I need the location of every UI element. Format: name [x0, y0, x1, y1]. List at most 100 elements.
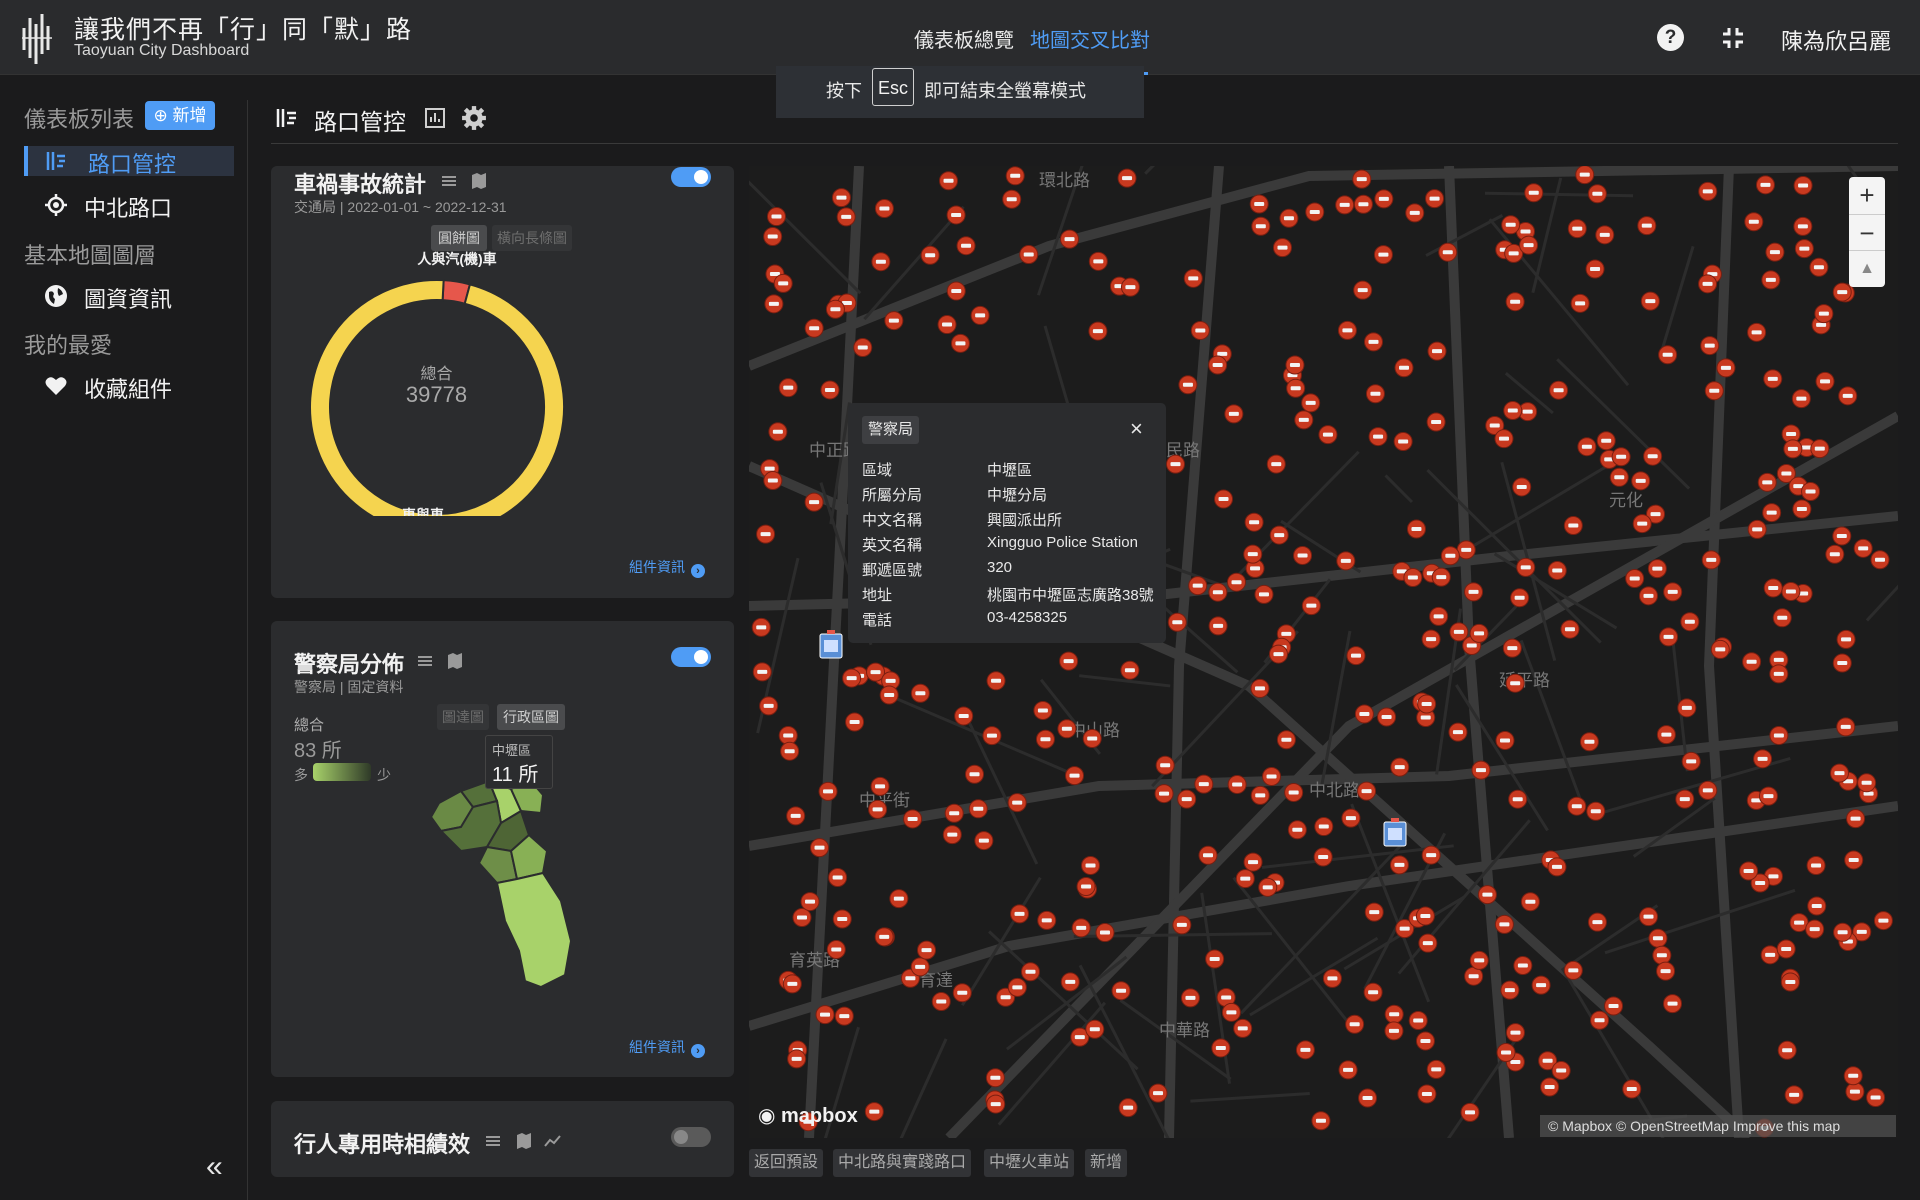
- crash-marker[interactable]: [1269, 525, 1289, 545]
- crash-marker[interactable]: [836, 207, 856, 227]
- crash-marker[interactable]: [810, 838, 830, 858]
- crash-marker[interactable]: [1178, 375, 1198, 395]
- crash-marker[interactable]: [1456, 540, 1476, 560]
- map-view[interactable]: 環北路中正路義民路元化中平街中山路中北路延平路育英路育達中華路興國路: [749, 166, 1898, 1138]
- crash-marker[interactable]: [1337, 320, 1357, 340]
- crash-marker[interactable]: [1501, 215, 1521, 235]
- crash-marker[interactable]: [1190, 320, 1210, 340]
- crash-marker[interactable]: [1513, 956, 1533, 976]
- crash-marker[interactable]: [1431, 567, 1451, 587]
- crash-marker[interactable]: [1805, 919, 1825, 939]
- crash-marker[interactable]: [954, 706, 974, 726]
- crash-marker[interactable]: [1341, 808, 1361, 828]
- crash-marker[interactable]: [1611, 447, 1631, 467]
- crash-marker[interactable]: [1060, 972, 1080, 992]
- crash-marker[interactable]: [874, 927, 894, 947]
- crash-marker[interactable]: [1208, 616, 1228, 636]
- crash-marker[interactable]: [910, 957, 930, 977]
- crash-marker[interactable]: [1322, 968, 1342, 988]
- chip-add[interactable]: 新增: [1085, 1149, 1128, 1177]
- crash-marker[interactable]: [1567, 219, 1587, 239]
- crash-marker[interactable]: [1772, 608, 1792, 628]
- crash-marker[interactable]: [1643, 446, 1663, 466]
- crash-marker[interactable]: [1604, 996, 1624, 1016]
- crash-marker[interactable]: [1235, 869, 1255, 889]
- crash-marker[interactable]: [815, 1005, 835, 1025]
- crash-marker[interactable]: [1551, 1061, 1571, 1081]
- nav-dashboard-overview[interactable]: 儀表板總覽: [914, 24, 1014, 53]
- gear-icon[interactable]: [461, 105, 487, 131]
- crash-marker[interactable]: [1287, 820, 1307, 840]
- crash-marker[interactable]: [1698, 274, 1718, 294]
- crash-marker[interactable]: [1547, 857, 1567, 877]
- compass-button[interactable]: ▲: [1849, 250, 1885, 287]
- sidebar-item-favorites[interactable]: 收藏組件: [24, 371, 234, 402]
- map-attribution[interactable]: © Mapbox © OpenStreetMap Improve this ma…: [1540, 1115, 1896, 1137]
- crash-marker[interactable]: [1421, 845, 1441, 865]
- crash-marker[interactable]: [1346, 646, 1366, 666]
- chip-reset[interactable]: 返回預設: [749, 1149, 824, 1177]
- crash-marker[interactable]: [780, 741, 800, 761]
- crash-marker[interactable]: [986, 671, 1006, 691]
- crash-marker[interactable]: [1586, 801, 1606, 821]
- crash-marker[interactable]: [1510, 588, 1530, 608]
- crash-marker[interactable]: [828, 867, 848, 887]
- crash-marker[interactable]: [1469, 950, 1489, 970]
- crash-marker[interactable]: [1088, 251, 1108, 271]
- map-icon[interactable]: [470, 172, 488, 190]
- crash-marker[interactable]: [1345, 1014, 1365, 1034]
- crash-marker[interactable]: [1081, 855, 1101, 875]
- crash-marker[interactable]: [1836, 717, 1856, 737]
- crash-marker[interactable]: [1406, 519, 1426, 539]
- crash-marker[interactable]: [1704, 381, 1724, 401]
- crash-marker[interactable]: [1227, 572, 1247, 592]
- crash-marker[interactable]: [1579, 732, 1599, 752]
- crash-marker[interactable]: [1793, 216, 1813, 236]
- crash-marker[interactable]: [1680, 612, 1700, 632]
- crash-marker[interactable]: [1188, 576, 1208, 596]
- crash-marker[interactable]: [832, 909, 852, 929]
- crash-marker[interactable]: [939, 171, 959, 191]
- crash-marker[interactable]: [1659, 627, 1679, 647]
- crash-marker[interactable]: [756, 524, 776, 544]
- crash-marker[interactable]: [1638, 586, 1658, 606]
- crash-marker[interactable]: [1761, 270, 1781, 290]
- crash-marker[interactable]: [1205, 949, 1225, 969]
- crash-marker[interactable]: [1438, 242, 1458, 262]
- card-toggle[interactable]: [671, 647, 711, 667]
- crash-marker[interactable]: [1765, 242, 1785, 262]
- crash-marker[interactable]: [764, 294, 784, 314]
- crash-marker[interactable]: [942, 825, 962, 845]
- crash-marker[interactable]: [1384, 1021, 1404, 1041]
- crash-marker[interactable]: [1198, 845, 1218, 865]
- crash-marker[interactable]: [1609, 467, 1629, 487]
- crash-marker[interactable]: [1577, 437, 1597, 457]
- crash-marker[interactable]: [1829, 763, 1849, 783]
- filter-icon[interactable]: [416, 652, 434, 670]
- crash-marker[interactable]: [1806, 856, 1826, 876]
- crash-marker[interactable]: [1503, 401, 1523, 421]
- crash-marker[interactable]: [1870, 550, 1890, 570]
- crash-marker[interactable]: [1065, 766, 1085, 786]
- crash-marker[interactable]: [1120, 277, 1140, 297]
- crash-marker[interactable]: [1426, 1059, 1446, 1079]
- crash-marker[interactable]: [1838, 386, 1858, 406]
- crash-marker[interactable]: [1284, 782, 1304, 802]
- crash-marker[interactable]: [1762, 503, 1782, 523]
- crash-marker[interactable]: [1449, 622, 1469, 642]
- crash-marker[interactable]: [1425, 189, 1445, 209]
- crash-marker[interactable]: [1318, 425, 1338, 445]
- crash-marker[interactable]: [1335, 195, 1355, 215]
- sidebar-item-zhongbei[interactable]: 中北路口: [24, 190, 234, 221]
- crash-marker[interactable]: [1243, 852, 1263, 872]
- crash-marker[interactable]: [1710, 639, 1730, 659]
- crash-marker[interactable]: [1590, 1010, 1610, 1030]
- crash-marker[interactable]: [1421, 629, 1441, 649]
- crash-marker[interactable]: [1739, 861, 1759, 881]
- crash-marker[interactable]: [1845, 1082, 1865, 1102]
- crash-marker[interactable]: [1059, 651, 1079, 671]
- crash-marker[interactable]: [1415, 1031, 1435, 1051]
- crash-marker[interactable]: [1853, 538, 1873, 558]
- crash-marker[interactable]: [1037, 910, 1057, 930]
- police-station-marker[interactable]: [819, 630, 843, 659]
